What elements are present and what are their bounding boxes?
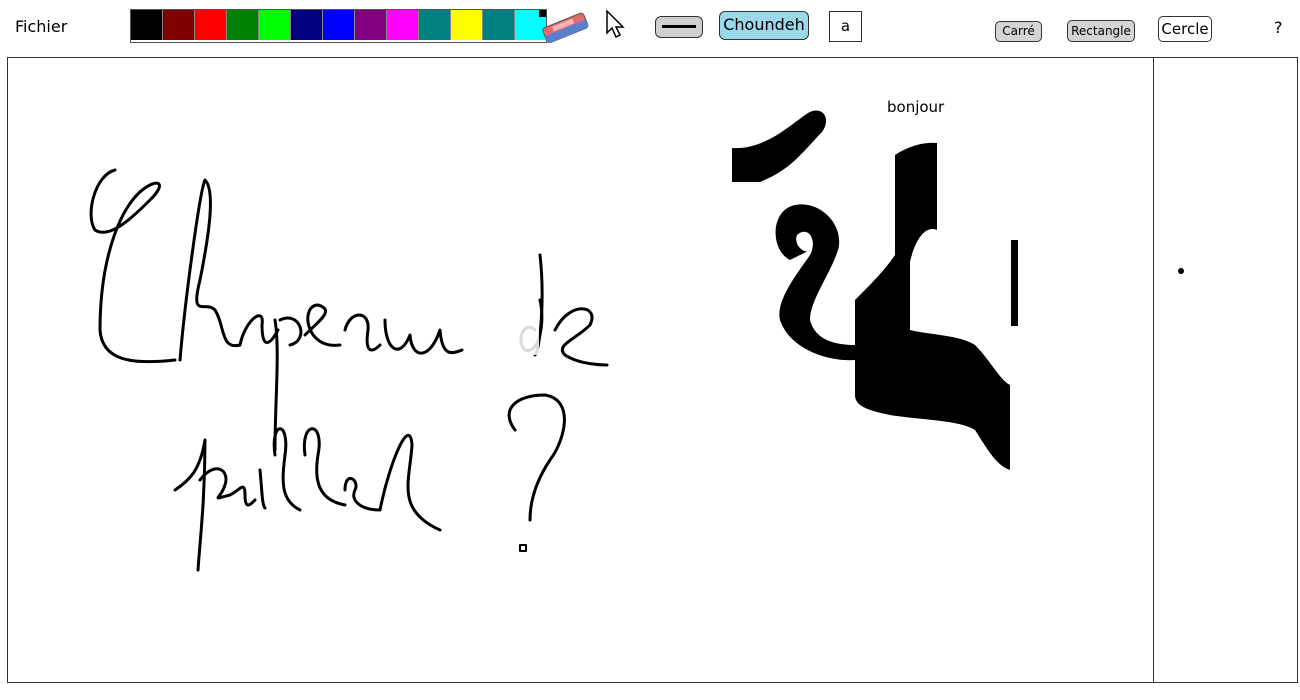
color-palette bbox=[130, 9, 547, 43]
color-swatch[interactable] bbox=[195, 10, 227, 40]
rectangle-shape-button[interactable]: Rectangle bbox=[1067, 20, 1135, 42]
square-shape-button[interactable]: Carré bbox=[995, 21, 1042, 42]
color-swatch[interactable] bbox=[163, 10, 195, 40]
cursor-arrow-icon[interactable] bbox=[604, 9, 628, 41]
canvas-drawing bbox=[89, 110, 1018, 572]
color-swatch[interactable] bbox=[355, 10, 387, 40]
color-swatch[interactable] bbox=[259, 10, 291, 40]
font-selector-button[interactable]: Choundeh bbox=[719, 11, 809, 40]
canvas-text-bonjour: bonjour bbox=[887, 98, 945, 116]
side-panel bbox=[1154, 57, 1296, 682]
color-swatch[interactable] bbox=[387, 10, 419, 40]
color-swatch[interactable] bbox=[131, 10, 163, 40]
color-swatch[interactable] bbox=[451, 10, 483, 40]
stroke-width-button[interactable] bbox=[655, 16, 703, 38]
brush-size-preview bbox=[1178, 268, 1184, 274]
color-swatch[interactable] bbox=[291, 10, 323, 40]
color-swatch[interactable] bbox=[419, 10, 451, 40]
color-swatch[interactable] bbox=[227, 10, 259, 40]
text-tool-button[interactable]: a bbox=[829, 11, 862, 42]
stroke-width-icon bbox=[662, 25, 696, 28]
circle-shape-button[interactable]: Cercle bbox=[1158, 16, 1212, 42]
help-button[interactable]: ? bbox=[1274, 18, 1283, 37]
toolbar: Fichier Choundeh a Carré Rectangle Cercl… bbox=[0, 0, 1300, 54]
color-swatch[interactable] bbox=[483, 10, 515, 40]
eraser-icon[interactable] bbox=[539, 10, 591, 44]
file-menu[interactable]: Fichier bbox=[15, 17, 67, 36]
color-swatch[interactable] bbox=[323, 10, 355, 40]
drawing-canvas[interactable]: bonjour bbox=[7, 57, 1154, 682]
